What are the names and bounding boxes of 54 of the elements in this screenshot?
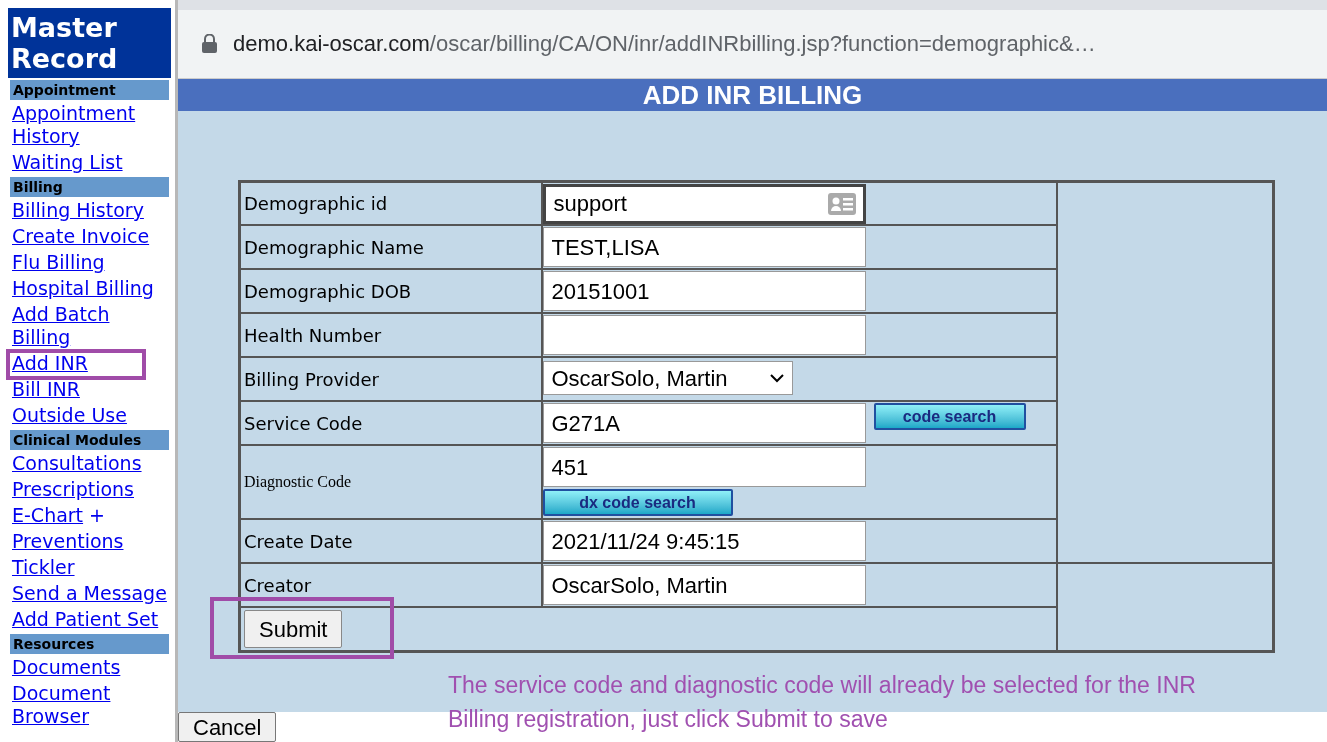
cancel-button[interactable]: Cancel xyxy=(178,712,277,742)
input-field[interactable]: TEST,LISA xyxy=(542,227,866,268)
provider-dropdown[interactable]: OscarSolo, Martin xyxy=(542,361,793,396)
contact-card-icon xyxy=(826,192,857,216)
field-label: Demographic DOB xyxy=(244,281,412,302)
chevron-down-icon xyxy=(769,374,784,383)
field-label: Demographic Name xyxy=(244,237,424,258)
sidebar-link[interactable]: Bill INR xyxy=(12,378,80,401)
lock-icon xyxy=(202,34,217,54)
sidebar-link[interactable]: Preventions xyxy=(12,530,124,553)
address-bar[interactable]: demo.kai-oscar.com/oscar/billing/CA/ON/inr/addINRbilling.jsp?function=demographic&… xyxy=(178,9,1327,79)
sidebar-link[interactable]: Billing History xyxy=(12,199,144,222)
section-heading: Billing xyxy=(10,177,169,197)
search-button[interactable]: dx code search xyxy=(542,489,733,517)
input-field[interactable]: OscarSolo, Martin xyxy=(542,565,866,606)
sidebar-link[interactable]: Waiting List xyxy=(12,151,123,174)
sidebar-link[interactable]: Appointment History xyxy=(12,102,170,148)
input-field[interactable]: support xyxy=(542,184,866,224)
field-label: Health Number xyxy=(244,325,382,346)
sidebar-link[interactable]: Documents xyxy=(12,656,121,679)
annotation-text: The service code and diagnostic code will already be selected for the INR Billing registration, just click Submit to save xyxy=(448,671,1197,734)
input-field[interactable]: 20151001 xyxy=(542,271,866,312)
sidebar-link[interactable]: Add INR xyxy=(12,352,88,375)
field-label: Diagnostic Code xyxy=(244,473,352,491)
sidebar-link[interactable]: Tickler xyxy=(12,556,75,579)
search-button[interactable]: code search xyxy=(873,403,1026,431)
field-label: Service Code xyxy=(244,413,363,434)
sidebar-link[interactable]: Flu Billing xyxy=(12,251,105,274)
input-field[interactable]: 2021/11/24 9:45:15 xyxy=(542,521,866,562)
sidebar-link[interactable]: Outside Use xyxy=(12,404,127,427)
sidebar-link[interactable]: Document Browser xyxy=(12,682,170,728)
sidebar-link[interactable]: Add Patient Set xyxy=(12,608,159,631)
page-title: ADD INR BILLING xyxy=(178,79,1327,111)
field-label: Creator xyxy=(244,575,312,596)
plus-text: + xyxy=(89,504,105,526)
sidebar-link[interactable]: Create Invoice xyxy=(12,225,150,248)
field-label: Demographic id xyxy=(244,193,388,215)
submit-button[interactable]: Submit xyxy=(244,610,343,649)
sidebar-link[interactable]: Add Batch Billing xyxy=(12,303,170,349)
section-heading: Appointment xyxy=(10,80,169,100)
sidebar-link[interactable]: Hospital Billing xyxy=(12,277,154,300)
field-label: Create Date xyxy=(244,531,353,552)
url-text: demo.kai-oscar.com/oscar/billing/CA/ON/inr/addINRbilling.jsp?function=demographic&… xyxy=(233,30,1096,59)
sidebar-link[interactable]: Consultations xyxy=(12,452,142,475)
section-heading: Resources xyxy=(10,634,169,654)
input-field[interactable]: G271A xyxy=(542,403,866,444)
sidebar-link[interactable]: Send a Message xyxy=(12,582,167,605)
sidebar-link[interactable]: Prescriptions xyxy=(12,478,134,501)
sidebar-link[interactable]: E-Chart xyxy=(12,504,84,527)
field-label: Billing Provider xyxy=(244,369,380,390)
input-field[interactable]: 451 xyxy=(542,447,866,488)
input-field[interactable] xyxy=(542,315,866,356)
sidebar-title: Master Record xyxy=(8,8,171,78)
section-heading: Clinical Modules xyxy=(10,430,169,450)
